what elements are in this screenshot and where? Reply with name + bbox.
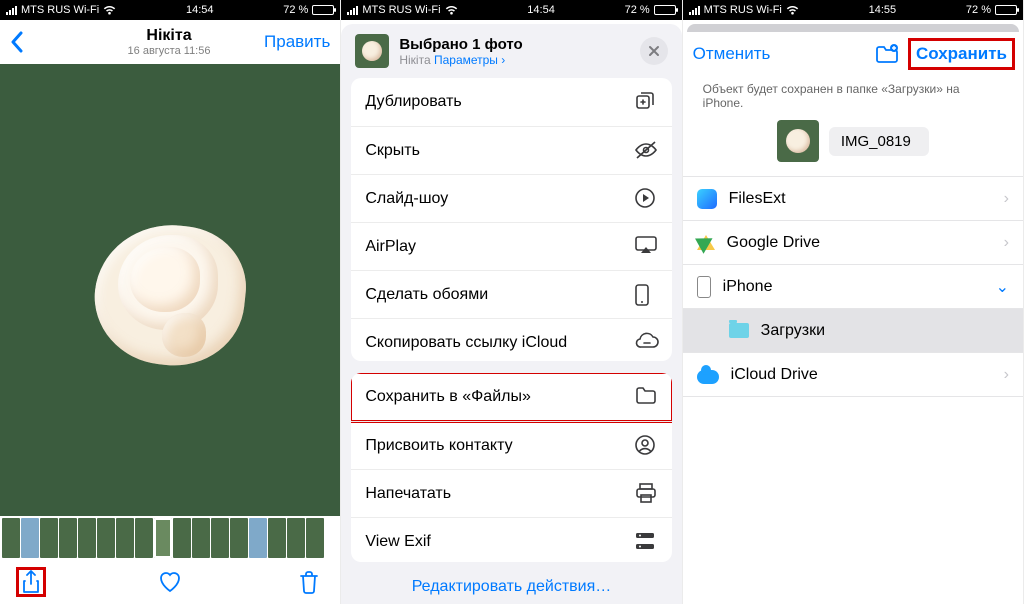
close-button[interactable] [640,37,668,65]
favorite-button[interactable] [157,569,183,595]
action-duplicate[interactable]: Дублировать [351,78,671,126]
clock: 14:54 [527,4,555,16]
signal-icon [347,6,358,15]
save-to-files-panel: MTS RUS Wi-Fi 14:55 72 % Отменить Сохран… [683,0,1024,604]
carrier-label: MTS RUS Wi-Fi [704,4,782,16]
airplay-icon [634,235,658,259]
clock: 14:55 [869,4,897,16]
edit-button[interactable]: Править [264,32,330,52]
action-hide[interactable]: Скрыть [351,126,671,174]
delete-button[interactable] [296,569,322,595]
chevron-right-icon: › [1004,366,1009,384]
location-google-drive[interactable]: Google Drive › [683,221,1023,265]
signal-icon [689,6,700,15]
close-icon [648,45,660,57]
chevron-right-icon: › [1004,190,1009,208]
iphone-icon [697,276,711,298]
photo-toolbar [0,560,340,604]
photo-nav: Нікіта 16 августа 11:56 Править [0,20,340,64]
action-assign-contact[interactable]: Присвоить контакту [351,421,671,469]
action-print[interactable]: Напечатать [351,469,671,517]
filesext-icon [697,189,717,209]
save-target-preview: IMG_0819 [683,120,1023,162]
battery-icon [312,5,334,15]
carrier-label: MTS RUS Wi-Fi [21,4,99,16]
action-icloud-link[interactable]: Скопировать ссылку iCloud [351,318,671,361]
share-icon [21,570,41,594]
action-airplay[interactable]: AirPlay [351,222,671,270]
edit-actions-link[interactable]: Редактировать действия… [341,574,681,604]
play-circle-icon [634,187,658,211]
heart-icon [157,570,183,594]
photo-viewer[interactable] [0,64,340,516]
share-actions-group-2: Сохранить в «Файлы» Присвоить контакту Н… [351,373,671,562]
location-downloads[interactable]: Загрузки [683,309,1023,353]
eye-off-icon [634,139,658,163]
share-options-link[interactable]: Параметры › [434,53,505,67]
duplicate-icon [634,90,658,114]
location-icloud-drive[interactable]: iCloud Drive › [683,353,1023,397]
preview-thumbnail [777,120,819,162]
cloud-link-icon [634,331,658,355]
save-notice: Объект будет сохранен в папке «Загрузки»… [683,76,1023,120]
battery-icon [995,5,1017,15]
folder-icon [634,385,658,409]
share-title: Выбрано 1 фото [399,36,629,53]
trash-icon [298,570,320,594]
share-sheet-panel: MTS RUS Wi-Fi 14:54 72 % Выбрано 1 фото … [341,0,682,604]
chevron-left-icon [10,31,24,53]
wifi-icon [445,5,458,15]
share-button[interactable] [18,569,44,595]
downloads-folder-icon [729,323,749,338]
photos-detail-panel: MTS RUS Wi-Fi 14:54 72 % Нікіта 16 авгус… [0,0,341,604]
locations-list: FilesExt › Google Drive › iPhone ⌄ Загру… [683,176,1023,397]
photo-content [70,195,270,385]
photo-title: Нікіта [74,27,264,45]
share-sheet-header: Выбрано 1 фото Нікіта Параметры › [341,24,681,78]
battery-icon [654,5,676,15]
files-nav: Отменить Сохранить [683,32,1023,76]
action-view-exif[interactable]: View Exif [351,517,671,562]
new-folder-button[interactable] [874,43,900,65]
share-thumbnail [355,34,389,68]
battery-pct: 72 % [283,4,308,16]
chevron-right-icon: › [1004,234,1009,252]
contact-icon [634,434,658,458]
chevron-down-icon: ⌄ [996,277,1009,297]
share-from: Нікіта [399,53,430,67]
save-button[interactable]: Сохранить [910,40,1013,68]
thumbnail-selected[interactable] [154,518,172,558]
battery-pct: 72 % [625,4,650,16]
status-bar: MTS RUS Wi-Fi 14:54 72 % [341,0,681,20]
folder-plus-icon [874,43,900,65]
battery-pct: 72 % [966,4,991,16]
back-button[interactable] [10,31,74,53]
exif-icon [634,530,658,554]
status-bar: MTS RUS Wi-Fi 14:55 72 % [683,0,1023,20]
carrier-label: MTS RUS Wi-Fi [362,4,440,16]
print-icon [634,482,658,506]
action-save-to-files[interactable]: Сохранить в «Файлы» [351,373,671,421]
photo-date: 16 августа 11:56 [74,45,264,57]
signal-icon [6,6,17,15]
action-slideshow[interactable]: Слайд-шоу [351,174,671,222]
clock: 14:54 [186,4,214,16]
google-drive-icon [697,235,715,250]
action-wallpaper[interactable]: Сделать обоями [351,270,671,318]
icloud-icon [697,370,719,384]
filename-field[interactable]: IMG_0819 [829,127,929,156]
status-bar: MTS RUS Wi-Fi 14:54 72 % [0,0,340,20]
wifi-icon [786,5,799,15]
cancel-button[interactable]: Отменить [693,44,771,64]
thumbnail-strip[interactable] [0,516,340,560]
phone-icon [634,283,658,307]
wifi-icon [103,5,116,15]
location-filesext[interactable]: FilesExt › [683,177,1023,221]
location-iphone[interactable]: iPhone ⌄ [683,265,1023,309]
share-actions-group-1: Дублировать Скрыть Слайд-шоу AirPlay Сде… [351,78,671,361]
